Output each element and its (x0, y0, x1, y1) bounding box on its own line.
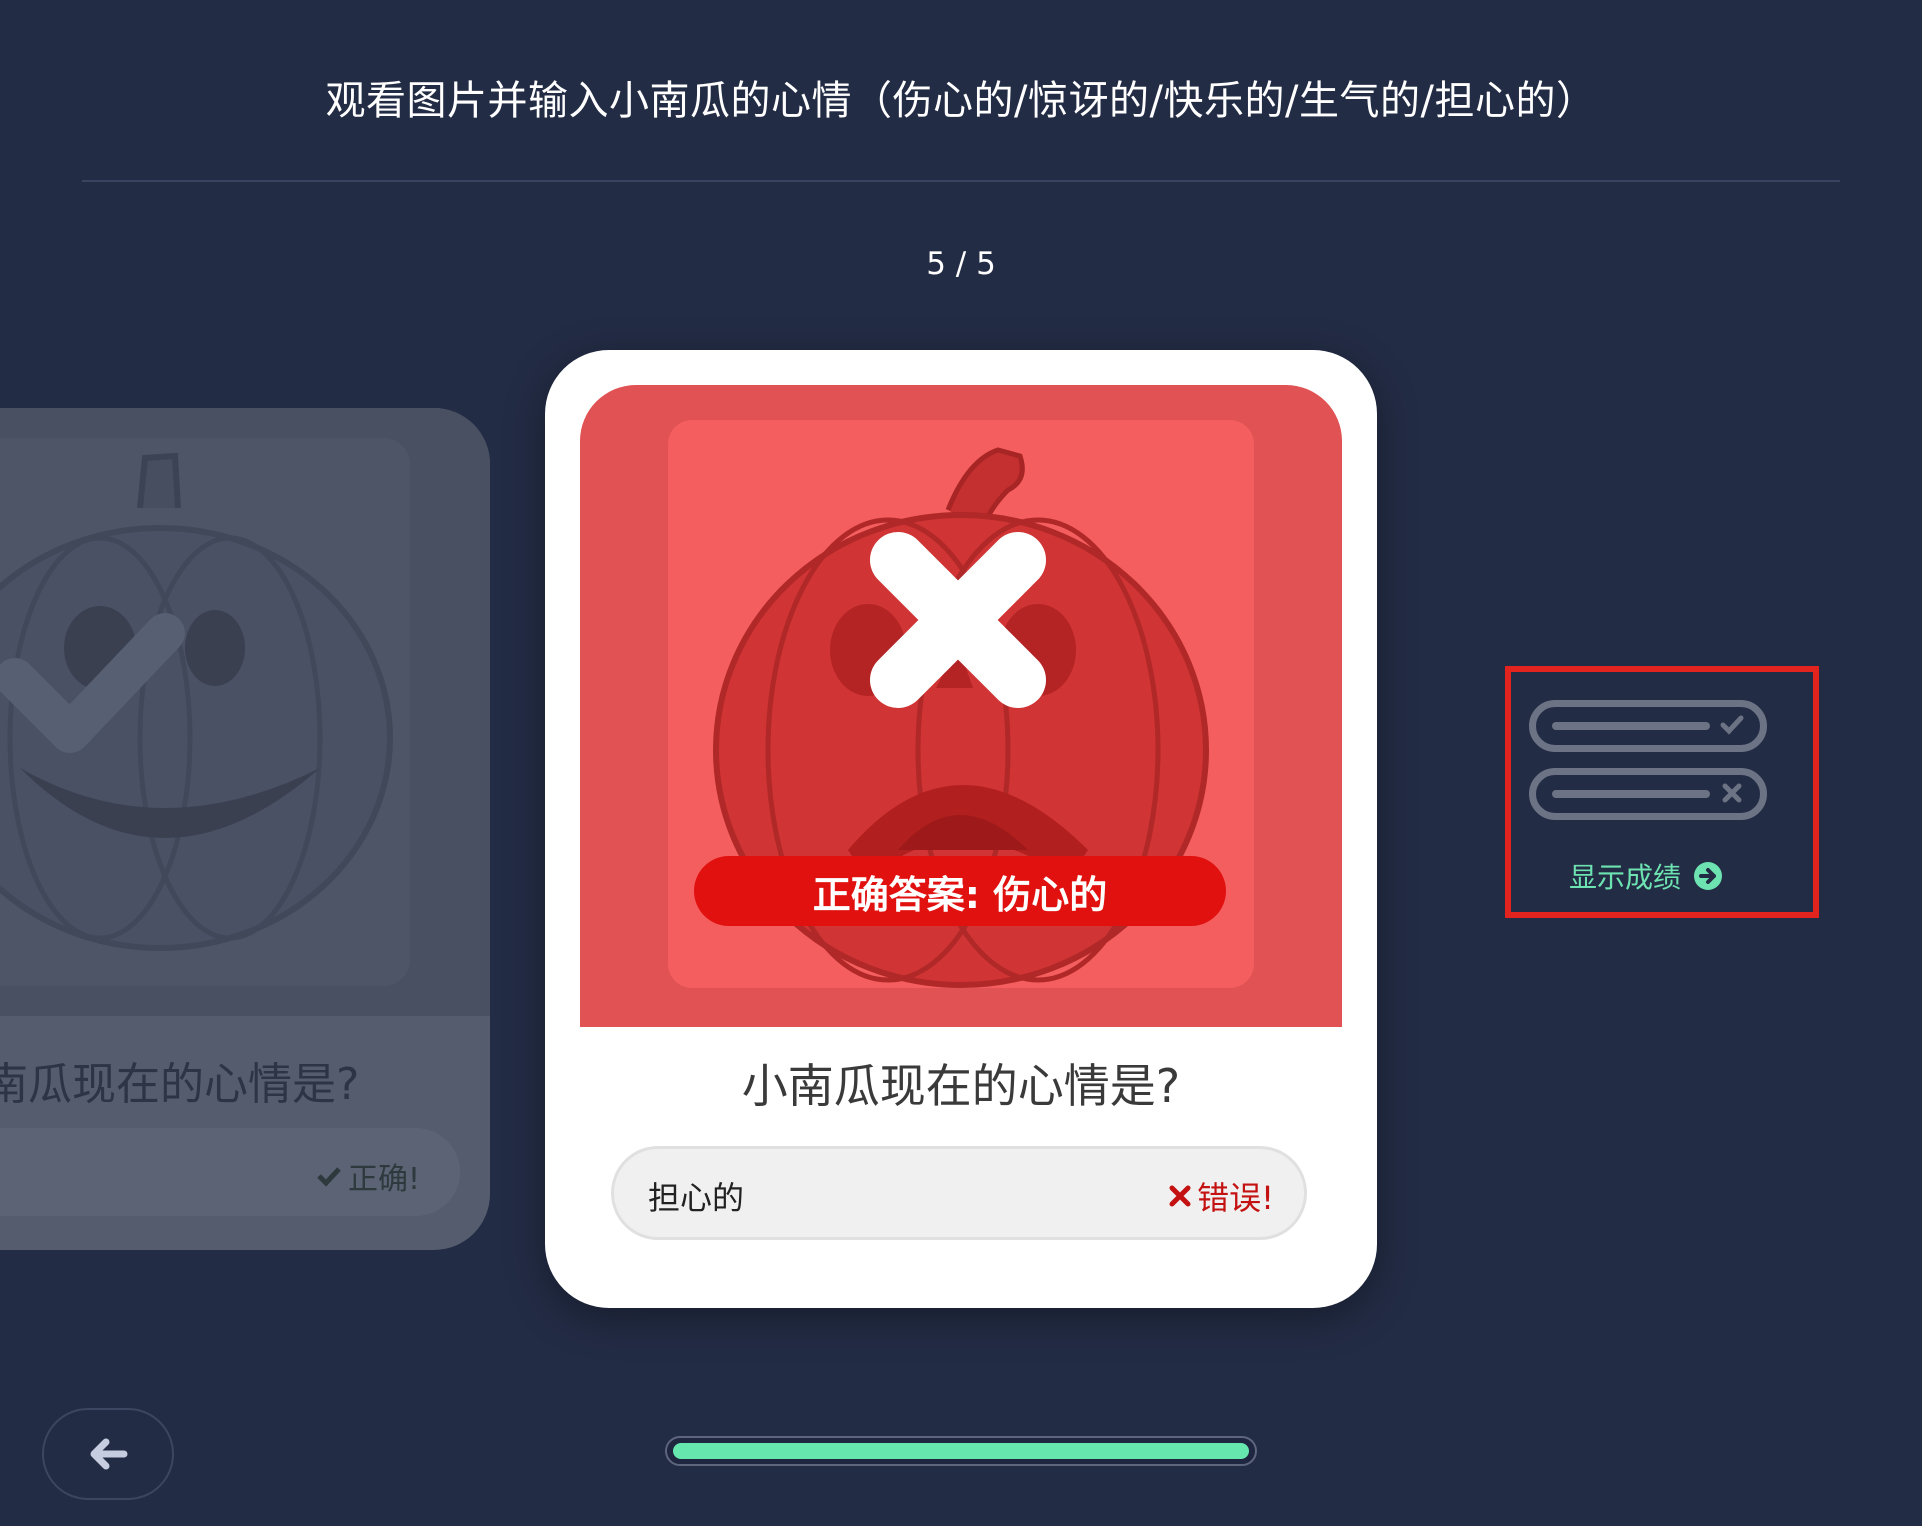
answer-value: 担心的 (648, 1179, 745, 1217)
progress-fill (673, 1443, 1249, 1459)
check-icon (317, 1167, 341, 1187)
arrow-left-icon (90, 1438, 128, 1470)
question-text: 小南瓜现在的心情是? (741, 1059, 1181, 1113)
image-background: 正确答案: 伤心的 (580, 385, 1342, 1027)
previous-card-feedback: 正确! (316, 1154, 420, 1198)
answer-input[interactable]: 担心的 错误! (611, 1146, 1307, 1240)
results-icon-row-correct (1529, 700, 1767, 752)
instruction-title: 观看图片并输入小南瓜的心情（伤心的/惊讶的/快乐的/生气的/担心的） (325, 78, 1597, 124)
progress-count: 5 / 5 (926, 246, 996, 282)
divider (82, 180, 1840, 182)
answer-feedback-label: 错误! (1197, 1179, 1274, 1217)
previous-card-image (0, 408, 490, 1016)
progress-bar (665, 1436, 1257, 1466)
cross-icon (1722, 783, 1742, 803)
check-icon (0, 613, 185, 753)
question-card: 正确答案: 伤心的 小南瓜现在的心情是? 担心的 错误! (545, 350, 1377, 1308)
answer-feedback: 错误! (1169, 1173, 1274, 1219)
previous-card: 小南瓜现在的心情是? 正确! (0, 408, 490, 1250)
results-icon-row-wrong (1529, 768, 1767, 820)
show-results-button[interactable]: 显示成绩 (1525, 696, 1775, 898)
back-button[interactable] (42, 1408, 174, 1500)
correct-answer-banner: 正确答案: 伤心的 (694, 856, 1226, 926)
previous-card-feedback-label: 正确! (347, 1162, 420, 1197)
check-icon (1720, 715, 1744, 735)
previous-card-answer-field: 正确! (0, 1128, 460, 1216)
cross-icon (870, 532, 1046, 708)
previous-card-question: 小南瓜现在的心情是? (0, 1059, 360, 1110)
cross-icon (1169, 1185, 1191, 1207)
show-results-label[interactable]: 显示成绩 (1569, 856, 1723, 896)
arrow-right-circle-icon (1694, 862, 1723, 890)
